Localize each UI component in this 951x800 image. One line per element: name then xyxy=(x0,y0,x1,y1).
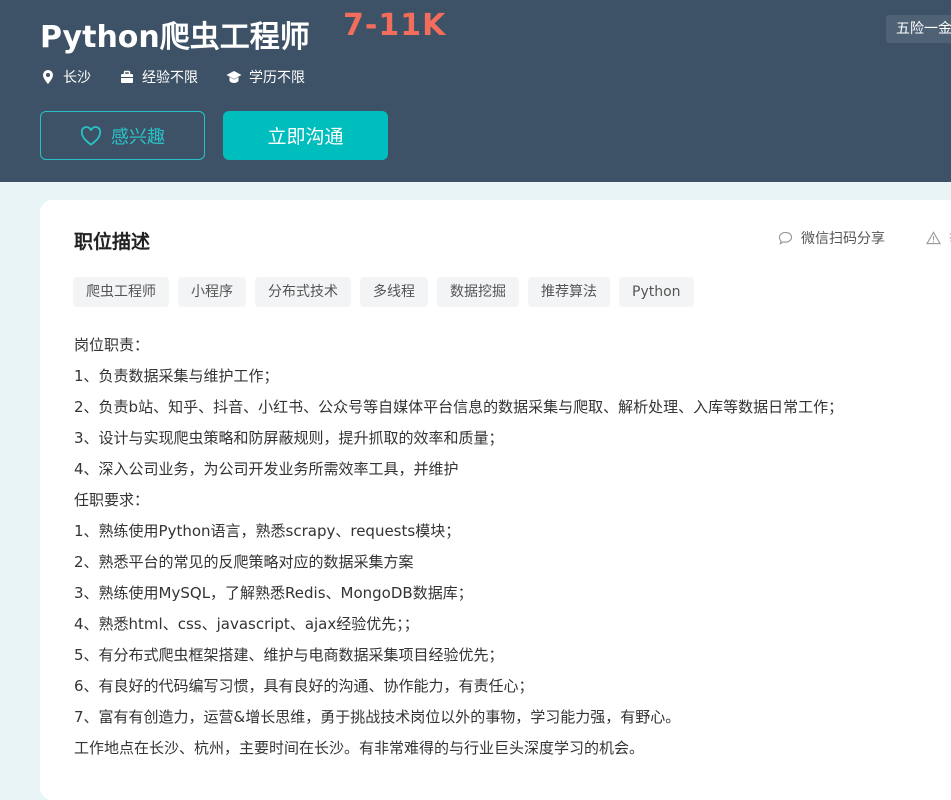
description-line: 任职要求： xyxy=(74,491,150,509)
chat-now-label: 立即沟通 xyxy=(267,126,344,148)
skill-tags: 爬虫工程师 小程序 分布式技术 多线程 数据挖掘 推荐算法 Python xyxy=(73,277,703,307)
job-description-card: 职位描述 微信扫码分享 举报 爬虫工程师 小程序 分布式技术 多线程 数据挖掘 … xyxy=(40,200,951,800)
location-pin-icon xyxy=(43,70,53,84)
description-line: 2、负责b站、知乎、抖音、小红书、公众号等自媒体平台信息的数据采集与爬取、解析处… xyxy=(74,398,844,416)
job-description-text: 岗位职责： 1、负责数据采集与维护工作； 2、负责b站、知乎、抖音、小红书、公众… xyxy=(74,330,951,764)
description-line: 1、负责数据采集与维护工作； xyxy=(74,367,279,385)
interested-label: 感兴趣 xyxy=(111,126,165,148)
graduation-cap-icon xyxy=(226,71,242,83)
skill-tag: 数据挖掘 xyxy=(437,277,519,307)
description-line: 4、深入公司业务，为公司开发业务所需效率工具，并维护 xyxy=(74,460,459,478)
salary: 7-11K xyxy=(343,8,447,43)
description-line: 1、熟练使用Python语言，熟悉scrapy、requests模块； xyxy=(74,522,461,540)
education-label: 学历不限 xyxy=(249,70,305,86)
section-title: 职位描述 xyxy=(74,231,151,253)
description-line: 4、熟悉html、css、javascript、ajax经验优先；； xyxy=(74,615,419,633)
report-link[interactable]: 举报 xyxy=(926,228,951,248)
interested-button[interactable]: 感兴趣 xyxy=(40,111,205,160)
description-line: 7、富有有创造力，运营&增长思维，勇于挑战技术岗位以外的事物，学习能力强，有野心… xyxy=(74,708,681,726)
job-meta: 长沙 经验不限 学历不限 xyxy=(40,67,333,87)
warning-triangle-icon xyxy=(926,231,941,245)
description-line: 工作地点在长沙、杭州，主要时间在长沙。有非常难得的与行业巨头深度学习的机会。 xyxy=(74,739,645,757)
meta-experience: 经验不限 xyxy=(119,67,198,87)
skill-tag: 爬虫工程师 xyxy=(73,277,169,307)
job-header: Python爬虫工程师 7-11K 五险一金 长沙 经验不限 学历不限 感兴趣 … xyxy=(0,0,951,182)
description-line: 2、熟悉平台的常见的反爬策略对应的数据采集方案 xyxy=(74,553,414,571)
description-line: 5、有分布式爬虫框架搭建、维护与电商数据采集项目经验优先； xyxy=(74,646,504,664)
description-line: 岗位职责： xyxy=(74,336,150,354)
skill-tag: 推荐算法 xyxy=(528,277,610,307)
skill-tag: Python xyxy=(619,277,694,307)
description-line: 3、设计与实现爬虫策略和防屏蔽规则，提升抓取的效率和质量； xyxy=(74,429,504,447)
description-line: 3、熟练使用MySQL，了解熟悉Redis、MongoDB数据库； xyxy=(74,584,473,602)
chat-now-button[interactable]: 立即沟通 xyxy=(223,111,388,160)
job-title: Python爬虫工程师 xyxy=(40,20,310,55)
location-label: 长沙 xyxy=(63,70,91,86)
skill-tag: 分布式技术 xyxy=(255,277,351,307)
heart-icon xyxy=(80,125,102,146)
experience-label: 经验不限 xyxy=(142,70,198,86)
briefcase-icon xyxy=(121,70,133,83)
skill-tag: 小程序 xyxy=(178,277,246,307)
wechat-share-link[interactable]: 微信扫码分享 xyxy=(778,228,885,248)
meta-education: 学历不限 xyxy=(226,67,305,87)
description-line: 6、有良好的代码编写习惯，具有良好的沟通、协作能力，有责任心； xyxy=(74,677,534,695)
chat-bubble-icon xyxy=(778,231,793,245)
skill-tag: 多线程 xyxy=(360,277,428,307)
meta-location: 长沙 xyxy=(40,67,91,87)
benefit-badge: 五险一金 xyxy=(886,15,951,43)
wechat-share-label: 微信扫码分享 xyxy=(801,231,885,247)
